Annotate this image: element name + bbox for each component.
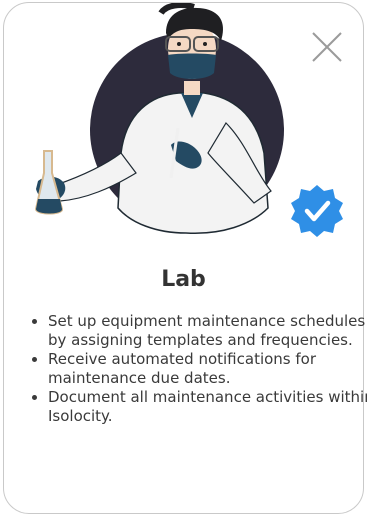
- info-card: Lab Set up equipment maintenance schedul…: [3, 2, 367, 514]
- face-mask: [168, 53, 216, 79]
- card-title: Lab: [161, 267, 206, 292]
- verified-check-badge-icon: [291, 185, 343, 237]
- list-item: Receive automated notifications for main…: [48, 350, 367, 388]
- list-item: Document all maintenance activities with…: [48, 388, 367, 426]
- list-item: Set up equipment maintenance schedules b…: [48, 312, 367, 350]
- feature-list: Set up equipment maintenance schedules b…: [26, 312, 367, 426]
- lab-scientist-illustration: [34, 3, 343, 237]
